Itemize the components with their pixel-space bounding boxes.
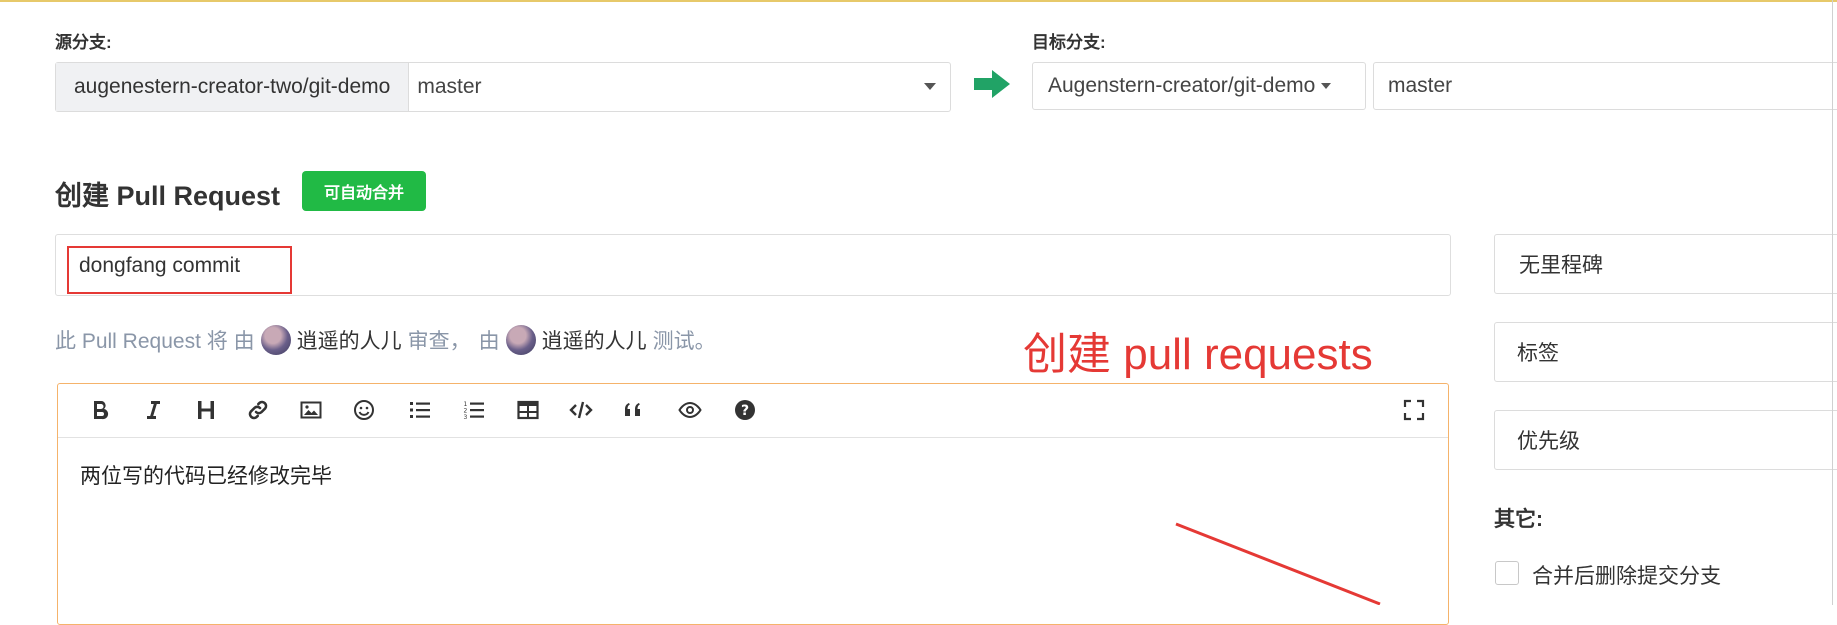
review-by: 由	[478, 330, 500, 353]
svg-text:?: ?	[741, 403, 749, 419]
target-branch-value: master	[1388, 74, 1453, 97]
fullscreen-icon[interactable]	[1400, 396, 1428, 424]
target-repo-dropdown[interactable]: Augenstern-creator/git-demo	[1032, 62, 1366, 110]
test-word: 测试。	[652, 330, 716, 353]
priority-value: 优先级	[1517, 430, 1580, 453]
chevron-down-icon	[1321, 83, 1332, 89]
avatar[interactable]	[505, 325, 536, 355]
top-banner-edge	[0, 0, 1837, 2]
page-title: 创建 Pull Request	[55, 181, 281, 211]
target-repo-value: Augenstern-creator/git-demo	[1048, 74, 1316, 97]
bold-icon[interactable]	[86, 396, 114, 424]
delete-branch-label: 合并后删除提交分支	[1532, 565, 1721, 588]
target-branch-dropdown[interactable]: master	[1373, 62, 1837, 110]
help-icon[interactable]: ?	[731, 396, 759, 424]
source-branch-value: master	[417, 75, 482, 98]
tester-link[interactable]: 逍遥的人儿	[542, 325, 647, 355]
annotation-arrow-line	[1170, 520, 1390, 606]
scrollbar-edge	[1832, 0, 1833, 605]
preview-icon[interactable]	[676, 396, 704, 424]
quote-icon[interactable]	[620, 396, 648, 424]
review-word: 审查，	[407, 330, 471, 353]
heading-icon[interactable]	[192, 396, 220, 424]
milestone-select[interactable]: 无里程碑	[1494, 234, 1837, 294]
priority-select[interactable]: 优先级	[1494, 410, 1837, 470]
review-prefix: 此 Pull Request 将 由	[55, 330, 255, 353]
source-branch-dropdown[interactable]: master	[409, 63, 950, 111]
review-info: 此 Pull Request 将 由 逍遥的人儿 审查， 由 逍遥的人儿 测试。	[55, 323, 716, 357]
target-branch-label: 目标分支:	[1032, 33, 1106, 52]
editor-content[interactable]: 两位写的代码已经修改完毕	[80, 460, 332, 490]
delete-branch-checkbox[interactable]	[1495, 561, 1519, 585]
pr-title-value: dongfang commit	[79, 254, 241, 277]
svg-text:3: 3	[464, 414, 468, 421]
editor-toolbar: 123 ?	[58, 384, 1448, 438]
milestone-value: 无里程碑	[1519, 254, 1603, 277]
labels-select[interactable]: 标签	[1494, 322, 1837, 382]
link-icon[interactable]	[244, 396, 272, 424]
image-icon[interactable]	[297, 396, 325, 424]
auto-merge-badge: 可自动合并	[302, 171, 426, 211]
source-branch-label: 源分支:	[55, 33, 112, 52]
source-branch-selector: augenestern-creator-two/git-demo master	[55, 62, 951, 112]
arrow-right-icon	[972, 68, 1012, 100]
italic-icon[interactable]	[139, 396, 167, 424]
bullet-list-icon[interactable]	[406, 396, 434, 424]
reviewer-link[interactable]: 逍遥的人儿	[297, 325, 402, 355]
numbered-list-icon[interactable]: 123	[460, 396, 488, 424]
table-icon[interactable]	[514, 396, 542, 424]
emoji-icon[interactable]	[350, 396, 378, 424]
code-icon[interactable]	[567, 396, 595, 424]
labels-value: 标签	[1517, 342, 1559, 365]
annotation-text: 创建 pull requests	[1023, 330, 1373, 379]
avatar[interactable]	[260, 325, 291, 355]
other-section-label: 其它:	[1494, 508, 1543, 531]
chevron-down-icon	[924, 83, 936, 90]
source-repo-name: augenestern-creator-two/git-demo	[56, 63, 410, 111]
